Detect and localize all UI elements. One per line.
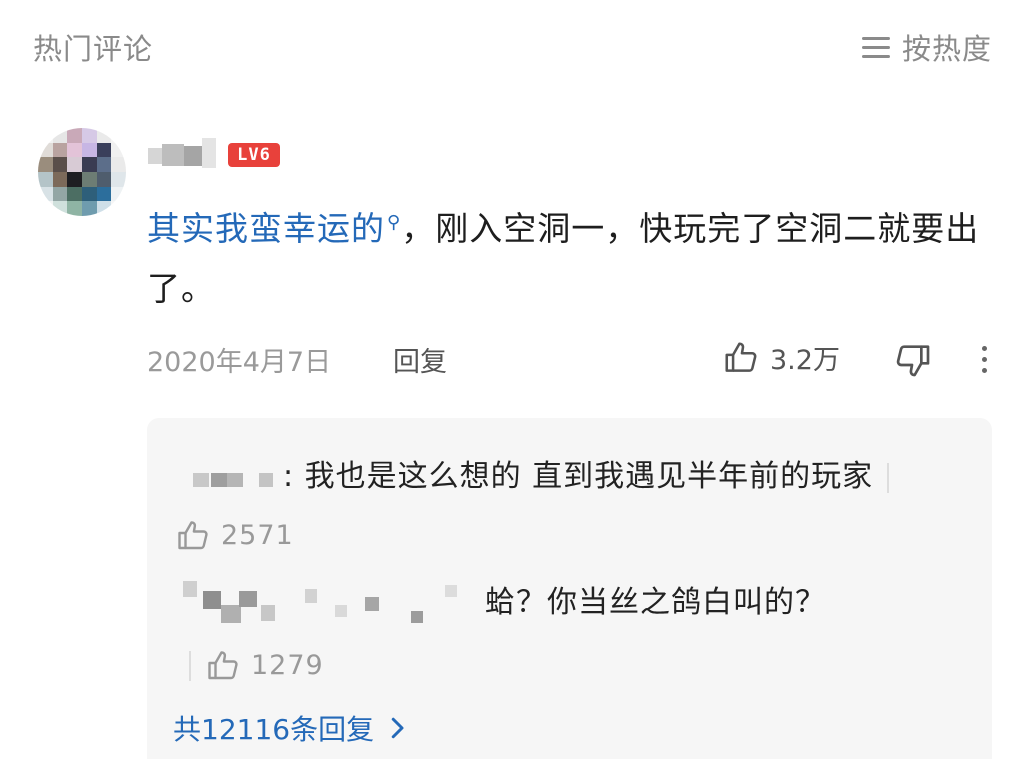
keyword-link[interactable]: 其实我蛮幸运的 — [147, 209, 385, 248]
reply-like-button[interactable]: 2571 — [175, 507, 294, 565]
reply-button[interactable]: 回复 — [393, 340, 447, 379]
reply-username[interactable] — [175, 463, 283, 493]
comment-text: 其实我蛮幸运的 ⚲，刚入空洞一，快玩完了空洞二就要出了。 — [147, 193, 997, 319]
view-all-replies-link[interactable]: 共12116条回复 — [173, 708, 412, 748]
reply-meta: 1279 — [175, 636, 975, 695]
reply-item[interactable]: 蛤？你当丝之鸽白叫的？ — [175, 574, 975, 633]
like-count: 3.2万 — [770, 345, 840, 376]
divider — [887, 462, 890, 493]
reply-text: : 我也是这么想的 直到我遇见半年前的玩家 — [283, 459, 874, 494]
reply-text: 蛤？你当丝之鸽白叫的？ — [485, 585, 826, 620]
thumbs-down-icon — [896, 345, 930, 377]
chevron-right-icon — [391, 717, 404, 739]
reply-item[interactable]: : 我也是这么想的 直到我遇见半年前的玩家 2571 — [175, 448, 975, 565]
like-button[interactable]: 3.2万 — [722, 338, 840, 377]
username[interactable] — [148, 138, 218, 172]
divider — [189, 650, 191, 681]
reply-like-count: 2571 — [221, 519, 294, 551]
comment-date: 2020年4月7日 — [147, 347, 332, 378]
level-badge: LV6 — [228, 143, 280, 167]
search-icon[interactable]: ⚲ — [387, 212, 401, 233]
view-all-label: 共12116条回复 — [173, 713, 375, 746]
reply-like-count: 1279 — [251, 649, 324, 681]
avatar[interactable] — [38, 128, 126, 216]
replies-panel: : 我也是这么想的 直到我遇见半年前的玩家 2571 蛤？你当丝之鸽白叫的？ 1… — [147, 418, 992, 759]
reply-username[interactable] — [175, 575, 485, 633]
dislike-button[interactable] — [893, 340, 933, 384]
menu-lines-icon — [860, 33, 892, 61]
section-title: 热门评论 — [33, 32, 154, 66]
more-options-icon[interactable] — [970, 340, 998, 380]
thumbs-up-icon — [178, 520, 208, 549]
sort-label: 按热度 — [901, 32, 992, 66]
thumbs-up-icon — [725, 341, 757, 372]
reply-like-button[interactable]: 1279 — [205, 637, 324, 695]
comments-header: 热门评论 按热度 — [0, 0, 1024, 90]
thumbs-up-icon — [208, 650, 238, 679]
sort-button[interactable]: 按热度 — [860, 26, 992, 68]
